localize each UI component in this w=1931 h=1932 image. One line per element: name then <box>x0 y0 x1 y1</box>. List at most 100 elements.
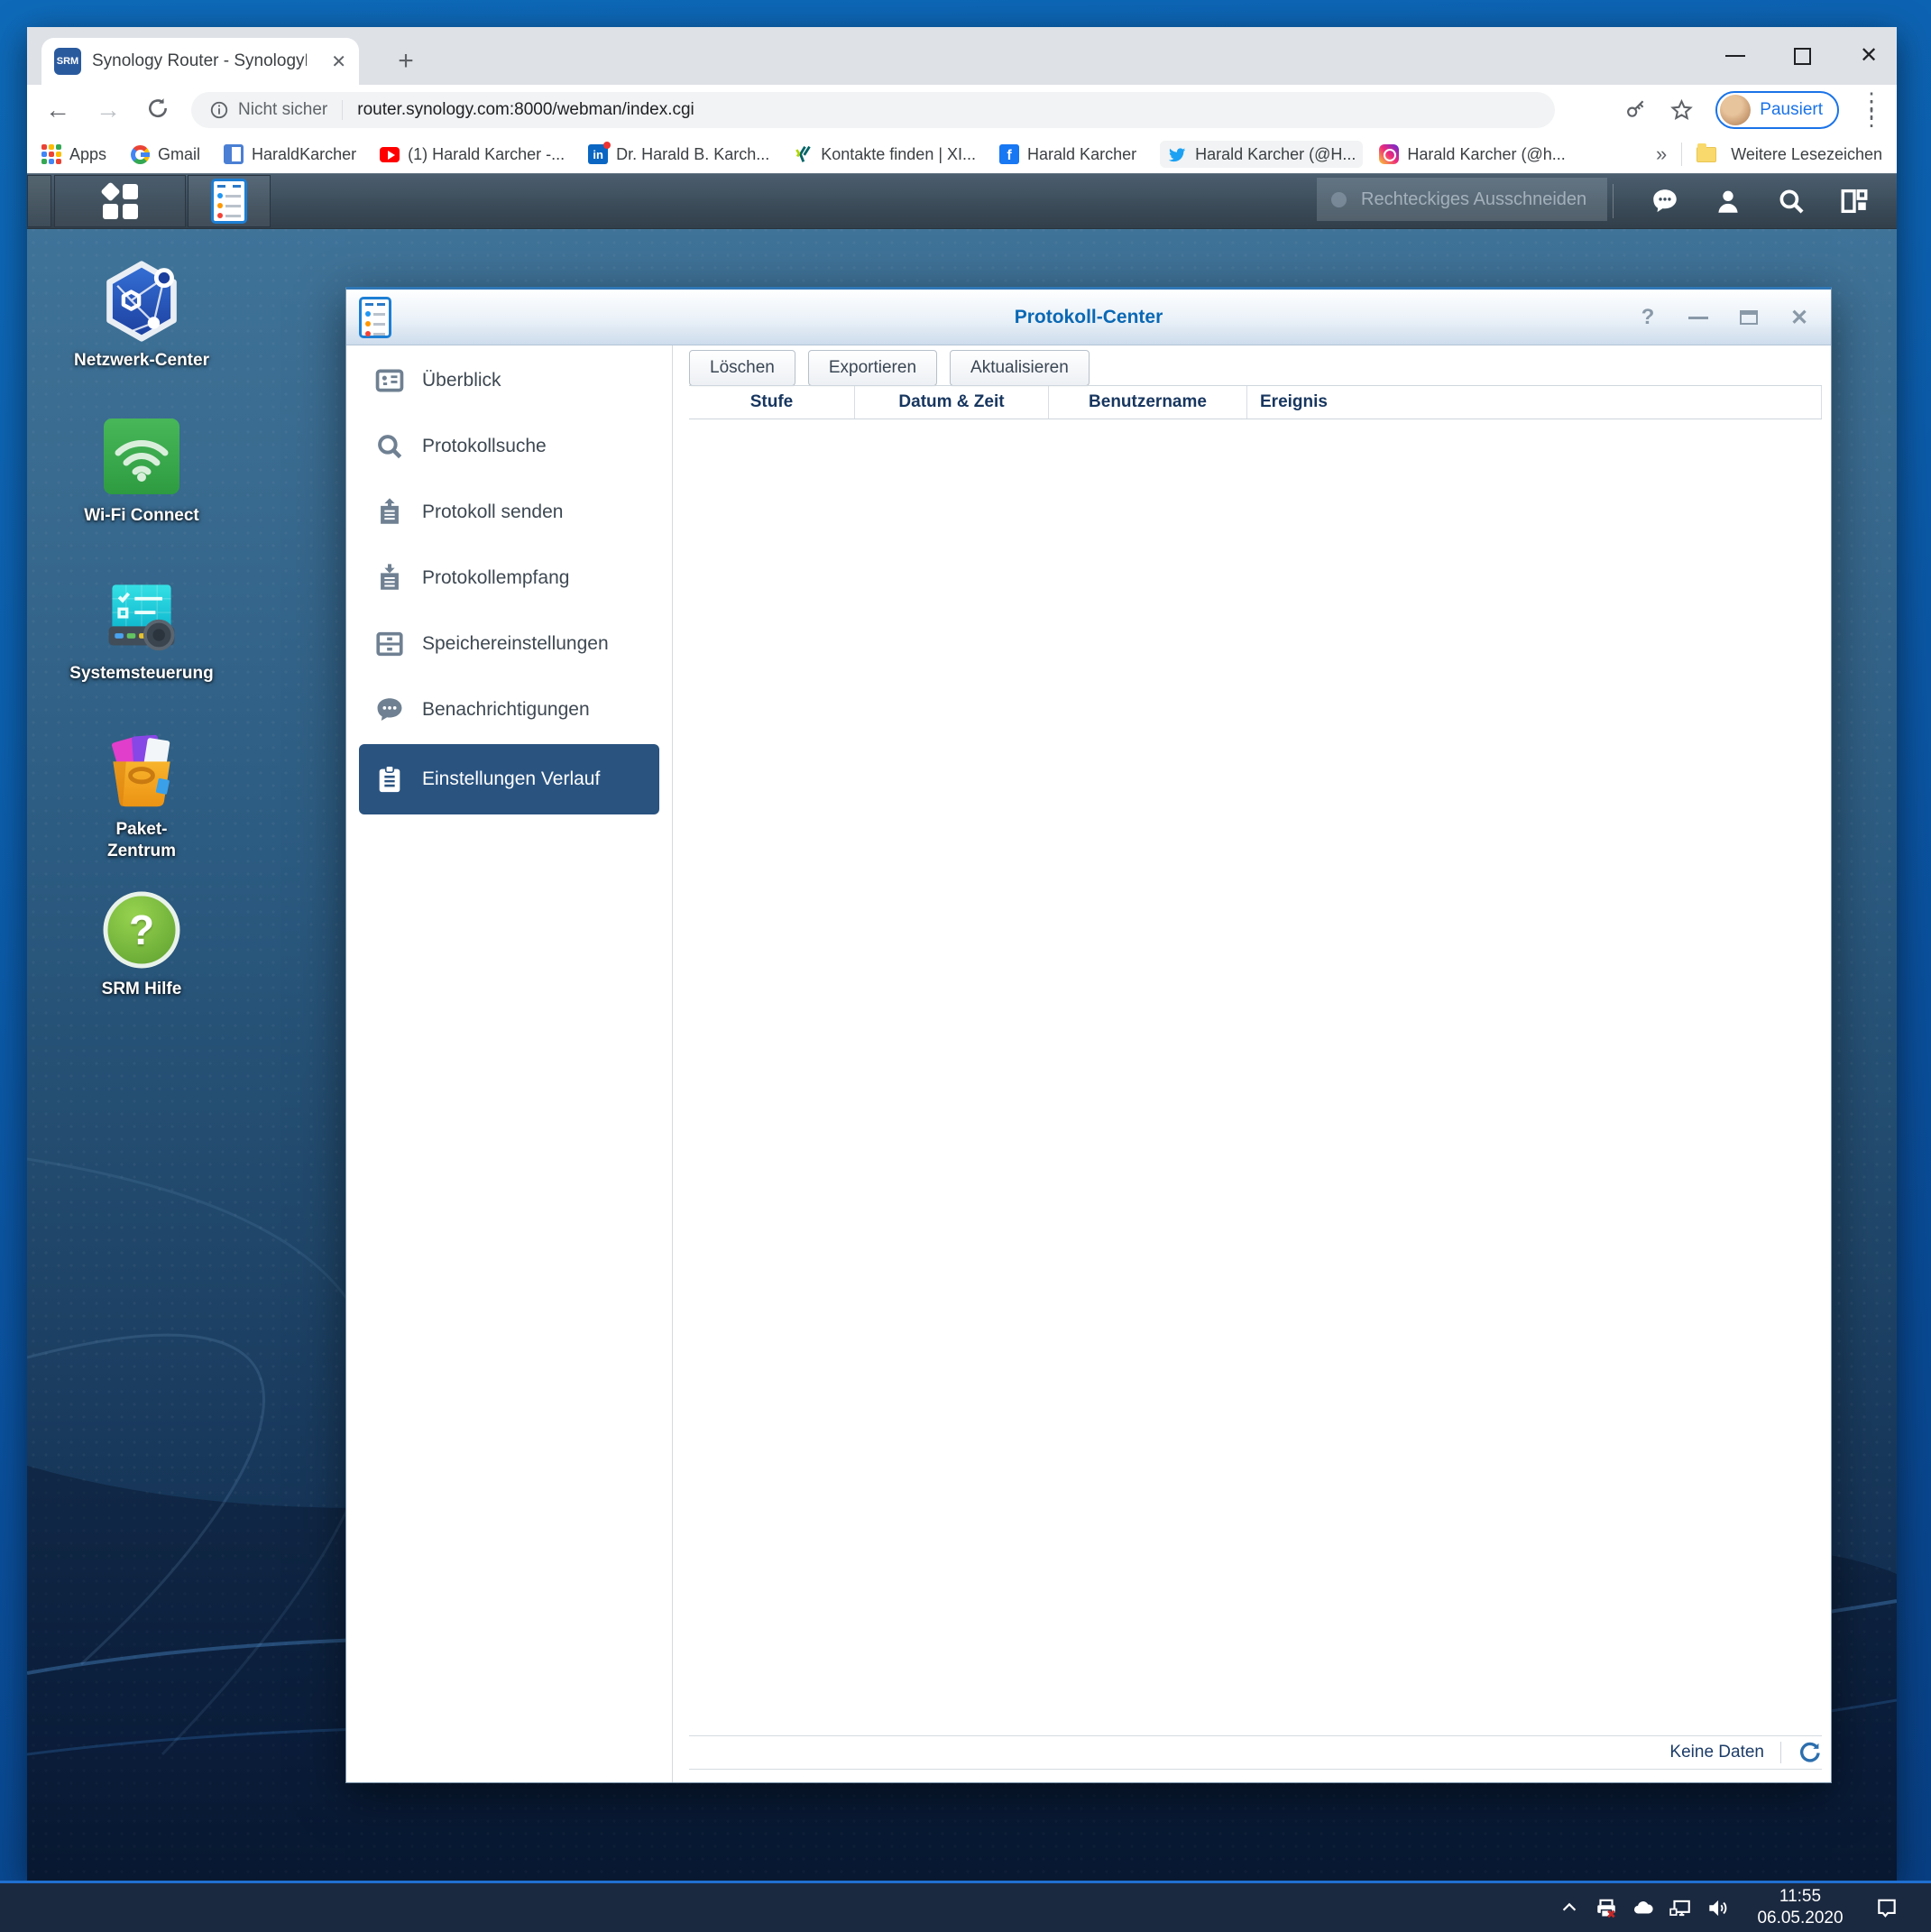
tab-close-icon[interactable]: ✕ <box>331 51 346 73</box>
notifications-bubble-icon[interactable] <box>1650 186 1680 216</box>
sidebar-item-protokoll-senden[interactable]: Protokoll senden <box>346 479 672 545</box>
tab-title: Synology Router - SynologyRoute <box>92 51 307 70</box>
sidebar-label: Protokoll senden <box>422 501 564 522</box>
printer-error-icon[interactable] <box>1595 1896 1618 1919</box>
window-app-icon <box>359 297 391 338</box>
browser-window: SRM Synology Router - SynologyRoute ✕ + … <box>27 27 1897 1881</box>
minimize-button[interactable] <box>1724 44 1747 68</box>
gmail-icon <box>130 144 150 164</box>
column-benutzername[interactable]: Benutzername <box>1049 386 1247 419</box>
facebook-icon: f <box>999 144 1020 164</box>
sidebar-item-protokollempfang[interactable]: Protokollempfang <box>346 545 672 611</box>
omnibox-divider <box>342 100 344 120</box>
info-icon <box>210 101 228 119</box>
new-tab-button[interactable]: + <box>386 41 426 81</box>
window-maximize-button[interactable] <box>1737 306 1761 329</box>
export-button[interactable]: Exportieren <box>807 350 938 386</box>
maximize-button[interactable] <box>1790 44 1814 68</box>
window-controls: ? ✕ <box>1636 290 1811 345</box>
address-bar: ← → Nicht sicher router.synology.com:800… <box>27 85 1897 135</box>
bookmark-label: Harald Karcher <box>1027 144 1137 163</box>
sidebar-item-speichereinstellungen[interactable]: Speichereinstellungen <box>346 611 672 676</box>
protokoll-center-window: Protokoll-Center ? ✕ Überblick Protokoll… <box>345 287 1832 1783</box>
reload-button[interactable] <box>146 97 170 124</box>
bookmark-facebook[interactable]: f Harald Karcher <box>999 144 1136 164</box>
bookmark-twitter[interactable]: Harald Karcher (@H... <box>1160 141 1364 168</box>
search-icon[interactable] <box>1776 186 1807 216</box>
srm-taskbar-right <box>1613 173 1897 229</box>
log-receive-icon <box>373 562 406 594</box>
volume-icon[interactable] <box>1706 1896 1729 1919</box>
desktop-icon-wifi-connect[interactable]: Wi-Fi Connect <box>56 415 227 527</box>
tray-expand-icon[interactable] <box>1558 1896 1581 1919</box>
sidebar-item-ueberblick[interactable]: Überblick <box>346 347 672 413</box>
widgets-icon[interactable] <box>1839 186 1870 216</box>
taskbar-protokoll-center-button[interactable] <box>188 175 271 227</box>
sidebar-label: Überblick <box>422 369 501 391</box>
security-label[interactable]: Nicht sicher <box>238 100 327 120</box>
column-ereignis[interactable]: Ereignis <box>1247 386 1822 419</box>
network-icon[interactable] <box>1669 1896 1692 1919</box>
status-divider <box>1780 1742 1781 1763</box>
log-main-area: Löschen Exportieren Aktualisieren Stufe … <box>673 345 1831 1782</box>
storage-settings-icon <box>373 628 406 660</box>
back-button[interactable]: ← <box>45 97 70 123</box>
bookmark-label: HaraldKarcher <box>252 144 357 163</box>
window-title: Protokoll-Center <box>1014 306 1163 327</box>
main-menu-button[interactable] <box>54 175 186 227</box>
bookmarks-divider <box>1681 143 1683 166</box>
snip-mode-tooltip: Rechteckiges Ausschneiden <box>1317 178 1607 221</box>
delete-button[interactable]: Löschen <box>689 350 795 386</box>
main-menu-icon <box>99 180 138 219</box>
refresh-button[interactable]: Aktualisieren <box>950 350 1090 386</box>
log-send-icon <box>373 496 406 529</box>
other-bookmarks-button[interactable]: Weitere Lesezeichen <box>1731 145 1882 164</box>
bookmark-star-icon[interactable] <box>1669 98 1694 123</box>
question-mark-glyph: ? <box>128 906 155 953</box>
browser-menu-icon[interactable]: ⋮ ⋮ ⋮ <box>1861 90 1882 129</box>
profile-button[interactable]: Pausiert <box>1715 91 1839 129</box>
bookmark-linkedin[interactable]: in Dr. Harald B. Karch... <box>588 142 769 164</box>
notifications-icon <box>373 694 406 726</box>
sidebar-item-benachrichtigungen[interactable]: Benachrichtigungen <box>346 676 672 742</box>
show-desktop-button[interactable] <box>27 175 51 227</box>
user-icon[interactable] <box>1713 186 1743 216</box>
bookmark-instagram[interactable]: Harald Karcher (@h... <box>1379 144 1566 164</box>
sidebar-item-protokollsuche[interactable]: Protokollsuche <box>346 413 672 479</box>
netzwerk-center-icon <box>100 260 183 343</box>
column-stufe[interactable]: Stufe <box>689 386 855 419</box>
close-button[interactable]: ✕ <box>1857 44 1880 68</box>
refresh-icon[interactable] <box>1798 1741 1822 1765</box>
forward-button[interactable]: → <box>96 97 121 123</box>
desktop-icon-systemsteuerung[interactable]: Systemsteuerung <box>56 573 227 685</box>
password-key-icon[interactable] <box>1624 98 1648 122</box>
desktop-icon-srm-hilfe[interactable]: ? SRM Hilfe <box>56 888 227 1000</box>
bookmark-haraldkarcher[interactable]: HaraldKarcher <box>224 144 356 164</box>
window-minimize-button[interactable] <box>1687 306 1710 329</box>
bookmark-xing[interactable]: Kontakte finden | XI... <box>793 144 976 164</box>
onedrive-icon[interactable] <box>1632 1896 1655 1919</box>
window-titlebar[interactable]: Protokoll-Center ? ✕ <box>346 290 1831 345</box>
bookmark-youtube[interactable]: (1) Harald Karcher -... <box>380 144 565 164</box>
folder-icon <box>1697 143 1717 164</box>
desktop-icon-netzwerk-center[interactable]: Netzwerk-Center <box>56 260 227 372</box>
desktop-icon-label: Systemsteuerung <box>69 664 214 683</box>
help-button[interactable]: ? <box>1636 305 1660 329</box>
sidebar-item-einstellungen-verlauf[interactable]: Einstellungen Verlauf <box>359 744 659 814</box>
taskbar-clock[interactable]: 11:55 06.05.2020 <box>1752 1886 1849 1929</box>
action-center-icon[interactable] <box>1875 1896 1899 1919</box>
bookmark-label: (1) Harald Karcher -... <box>408 144 566 163</box>
desktop-icon-paket-zentrum[interactable]: Paket- Zentrum <box>56 729 227 862</box>
url-input[interactable]: Nicht sicher router.synology.com:8000/we… <box>191 92 1555 128</box>
bookmark-gmail[interactable]: Gmail <box>130 144 200 164</box>
desktop-icon-label: Wi-Fi Connect <box>84 506 199 525</box>
bookmarks-overflow-button[interactable]: » <box>1656 143 1667 166</box>
browser-tab[interactable]: SRM Synology Router - SynologyRoute ✕ <box>41 38 359 85</box>
bookmark-apps[interactable]: Apps <box>41 144 106 164</box>
user-avatar <box>1720 95 1752 125</box>
clock-date: 06.05.2020 <box>1757 1909 1844 1927</box>
window-close-button[interactable]: ✕ <box>1788 306 1811 330</box>
column-datum-zeit[interactable]: Datum & Zeit <box>855 386 1049 419</box>
systemsteuerung-icon <box>100 573 183 656</box>
paket-zentrum-icon <box>100 729 183 812</box>
